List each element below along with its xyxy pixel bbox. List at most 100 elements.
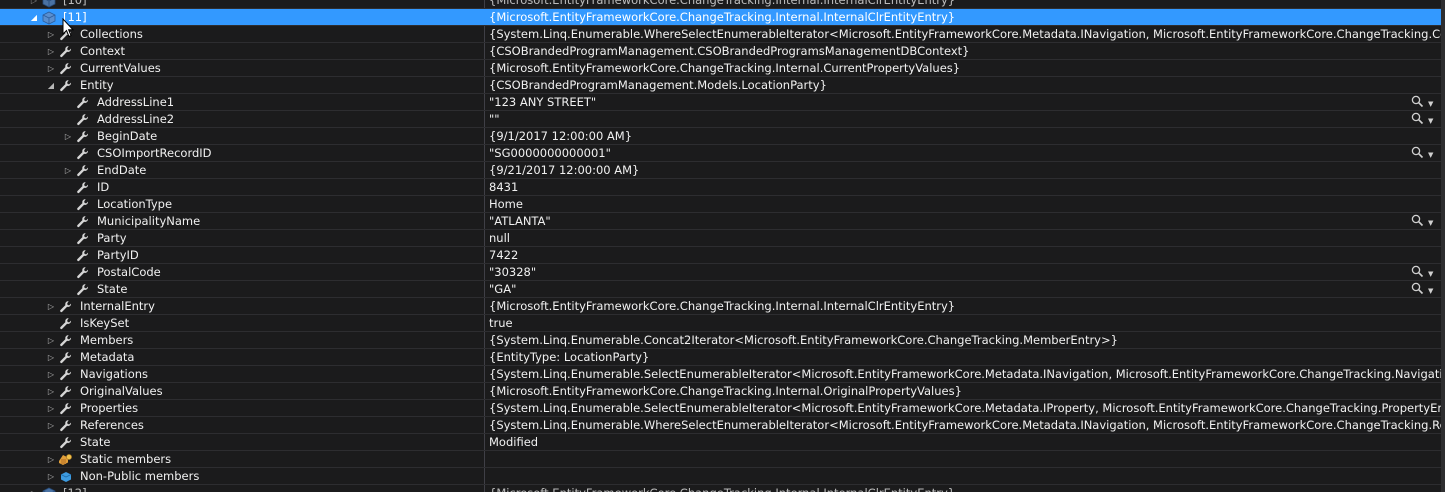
variable-value: {CSOBrandedProgramManagement.CSOBrandedP… xyxy=(489,44,970,58)
wrench-icon xyxy=(75,145,91,162)
collapsed-arrow-icon[interactable]: ▷ xyxy=(46,366,56,383)
wrench-icon xyxy=(58,332,74,349)
magnifier-icon xyxy=(1411,214,1424,227)
watch-row-non-public-members[interactable]: ▷ Non-Public members xyxy=(0,468,1445,485)
watch-row-context[interactable]: ▷ Context {CSOBrandedProgramManagement.CSO… xyxy=(0,43,1445,60)
wrench-icon xyxy=(75,230,91,247)
variable-value: Home xyxy=(489,197,523,211)
variable-name: Collections xyxy=(80,27,143,41)
watch-row-members[interactable]: ▷ Members {System.Linq.Enumerable.Concat2I… xyxy=(0,332,1445,349)
watch-row-static-members[interactable]: ▷ Static members xyxy=(0,451,1445,468)
text-visualizer-button[interactable]: ▼ xyxy=(1411,214,1437,229)
watch-row-navigations[interactable]: ▷ Navigations {System.Linq.Enumerable.Sele… xyxy=(0,366,1445,383)
variable-value: {9/21/2017 12:00:00 AM} xyxy=(489,163,640,177)
collapsed-arrow-icon[interactable]: ▷ xyxy=(46,451,56,468)
variable-value: {CSOBrandedProgramManagement.Models.Loca… xyxy=(489,78,827,92)
collapsed-arrow-icon[interactable]: ▷ xyxy=(46,298,56,315)
wrench-icon xyxy=(58,366,74,383)
watch-row-locationtype[interactable]: LocationType Home xyxy=(0,196,1445,213)
watch-row-state[interactable]: State "GA" ▼ xyxy=(0,281,1445,298)
wrench-icon xyxy=(58,298,74,315)
text-visualizer-button[interactable]: ▼ xyxy=(1411,282,1437,297)
watch-row-collections[interactable]: ▷ Collections {System.Linq.Enumerable.Wher… xyxy=(0,26,1445,43)
watch-row-currentvalues[interactable]: ▷ CurrentValues {Microsoft.EntityFramework… xyxy=(0,60,1445,77)
expanded-arrow-icon[interactable]: ◢ xyxy=(46,77,56,94)
watch-row-addressline2[interactable]: AddressLine2 "" ▼ xyxy=(0,111,1445,128)
wrench-icon xyxy=(75,111,91,128)
magnifier-icon xyxy=(1411,146,1424,159)
wrench-icon xyxy=(75,247,91,264)
variable-value: "123 ANY STREET" xyxy=(489,95,597,109)
collapsed-arrow-icon[interactable]: ▷ xyxy=(46,332,56,349)
variable-name: [12] xyxy=(63,485,87,492)
variable-value: null xyxy=(489,231,510,245)
text-visualizer-button[interactable]: ▼ xyxy=(1411,146,1437,161)
variable-name: Non-Public members xyxy=(80,469,200,483)
variable-name: CurrentValues xyxy=(80,61,161,75)
watch-row-properties[interactable]: ▷ Properties {System.Linq.Enumerable.Selec… xyxy=(0,400,1445,417)
wrench-icon xyxy=(75,128,91,145)
variable-value: {9/1/2017 12:00:00 AM} xyxy=(489,129,633,143)
collapsed-arrow-icon[interactable]: ▷ xyxy=(46,349,56,366)
variable-name: Entity xyxy=(80,78,114,92)
wrench-icon xyxy=(75,179,91,196)
collapsed-arrow-icon[interactable]: ▷ xyxy=(46,60,56,77)
collapsed-arrow-icon[interactable]: ▷ xyxy=(46,400,56,417)
wrench-icon xyxy=(75,196,91,213)
magnifier-icon xyxy=(1411,95,1424,108)
variable-value: "ATLANTA" xyxy=(489,214,551,228)
variable-value: {Microsoft.EntityFrameworkCore.ChangeTra… xyxy=(489,485,955,492)
variable-name: OriginalValues xyxy=(80,384,163,398)
text-visualizer-button[interactable]: ▼ xyxy=(1411,265,1437,280)
mouse-cursor-icon xyxy=(62,18,74,38)
watch-row-enddate[interactable]: ▷ EndDate {9/21/2017 12:00:00 AM} xyxy=(0,162,1445,179)
watch-row-begindate[interactable]: ▷ BeginDate {9/1/2017 12:00:00 AM} xyxy=(0,128,1445,145)
vertical-scrollbar[interactable] xyxy=(1441,0,1445,492)
variable-name: MunicipalityName xyxy=(97,214,201,228)
watch-row-entity[interactable]: ◢ Entity {CSOBrandedProgramManagement.Mode… xyxy=(0,77,1445,94)
watch-row-postalcode[interactable]: PostalCode "30328" ▼ xyxy=(0,264,1445,281)
watch-row-internalentry[interactable]: ▷ InternalEntry {Microsoft.EntityFramework… xyxy=(0,298,1445,315)
collapsed-arrow-icon[interactable]: ▷ xyxy=(46,383,56,400)
watch-row-party[interactable]: Party null xyxy=(0,230,1445,247)
magnifier-icon xyxy=(1411,112,1424,125)
variable-name: AddressLine2 xyxy=(97,112,175,126)
watch-row-partyid[interactable]: PartyID 7422 xyxy=(0,247,1445,264)
variable-name: References xyxy=(80,418,144,432)
watch-window: ▷ [10] {Microsoft.EntityFrameworkCore.Chan… xyxy=(0,0,1445,492)
watch-row-municipalityname[interactable]: MunicipalityName "ATLANTA" ▼ xyxy=(0,213,1445,230)
collapsed-arrow-icon[interactable]: ▷ xyxy=(46,26,56,43)
watch-row-12[interactable]: ▷ [12] {Microsoft.EntityFrameworkCore.Chan… xyxy=(0,485,1445,492)
variable-name: Navigations xyxy=(80,367,149,381)
watch-row-11[interactable]: ◢ [11] {Microsoft.EntityFrameworkCore.Chan… xyxy=(0,9,1445,26)
wrench-icon xyxy=(58,400,74,417)
collapsed-arrow-icon[interactable]: ▷ xyxy=(46,468,56,485)
variable-name: IsKeySet xyxy=(80,316,130,330)
collapsed-arrow-icon[interactable]: ▷ xyxy=(63,128,73,145)
variable-value: true xyxy=(489,316,513,330)
watch-row-id[interactable]: ID 8431 xyxy=(0,179,1445,196)
watch-row-metadata[interactable]: ▷ Metadata {EntityType: LocationParty} xyxy=(0,349,1445,366)
text-visualizer-button[interactable]: ▼ xyxy=(1411,95,1437,110)
variable-value: {System.Linq.Enumerable.SelectEnumerable… xyxy=(489,401,1445,415)
collapsed-arrow-icon[interactable]: ▷ xyxy=(63,162,73,179)
watch-row-iskeyset[interactable]: IsKeySet true xyxy=(0,315,1445,332)
wrench-icon xyxy=(58,60,74,77)
magnifier-icon xyxy=(1411,265,1424,278)
watch-row-references[interactable]: ▷ References {System.Linq.Enumerable.Where… xyxy=(0,417,1445,434)
expanded-arrow-icon[interactable]: ◢ xyxy=(29,9,39,26)
collapsed-arrow-icon[interactable]: ▷ xyxy=(46,43,56,60)
variable-name: Properties xyxy=(80,401,139,415)
variable-name: Members xyxy=(80,333,134,347)
watch-row-addressline1[interactable]: AddressLine1 "123 ANY STREET" ▼ xyxy=(0,94,1445,111)
watch-row-csoimportrecordid[interactable]: CSOImportRecordID "SG0000000000001" ▼ xyxy=(0,145,1445,162)
variable-value: {System.Linq.Enumerable.WhereSelectEnume… xyxy=(489,418,1445,432)
wrench-icon xyxy=(58,383,74,400)
text-visualizer-button[interactable]: ▼ xyxy=(1411,112,1437,127)
collapsed-arrow-icon[interactable]: ▷ xyxy=(46,417,56,434)
wrench-icon xyxy=(75,264,91,281)
watch-row-originalvalues[interactable]: ▷ OriginalValues {Microsoft.EntityFramewor… xyxy=(0,383,1445,400)
watch-row-state[interactable]: State Modified xyxy=(0,434,1445,451)
nonpublic-members-icon xyxy=(58,468,74,485)
collapsed-arrow-icon[interactable]: ▷ xyxy=(29,485,39,492)
